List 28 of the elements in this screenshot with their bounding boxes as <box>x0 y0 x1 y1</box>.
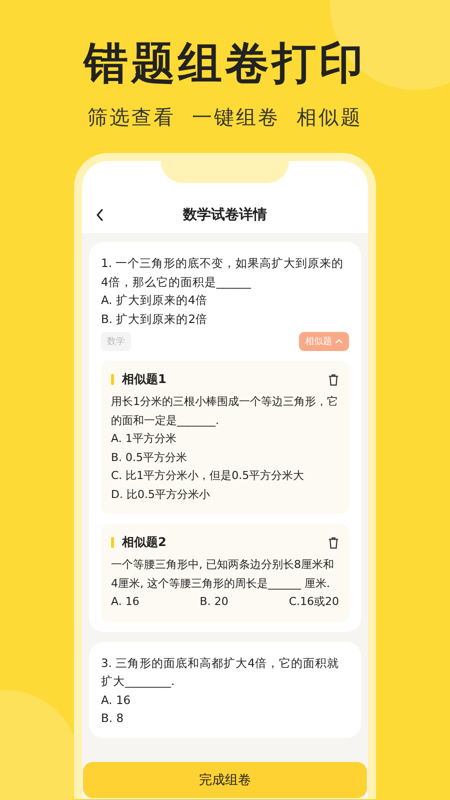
subject-tag: 数学 <box>101 332 131 351</box>
option-text: B. 0.5平方分米 <box>111 450 188 466</box>
finish-button[interactable]: 完成组卷 <box>83 762 367 798</box>
banner-title: 错题组卷打印 <box>84 38 366 90</box>
option-text: A. 16 <box>111 594 140 610</box>
option-text: A. 16 <box>101 692 132 708</box>
option-text: C.16或20 <box>288 594 339 610</box>
accent-bar <box>111 537 114 548</box>
option-text: B. 20 <box>200 594 228 610</box>
option-text: C. 比1平方分米小，但是0.5平方分米大 <box>111 468 306 484</box>
back-icon[interactable] <box>96 208 104 222</box>
delete-icon[interactable] <box>328 374 339 386</box>
option-text: A. 1平方分米 <box>111 431 178 447</box>
page-title: 数学试卷详情 <box>183 206 267 224</box>
option-text: D. 比0.5平方分米小 <box>111 486 211 502</box>
question-text: 3. 三角形的面底和高都扩大4倍，它的面积就扩大________. <box>101 654 340 690</box>
option-text: A. 扩大到原来的4倍 <box>101 292 208 309</box>
question-text: 1. 一个三角形的底不变，如果高扩大到原来的4倍，那么它的面积是______ <box>101 255 345 291</box>
banner-subtitle: 筛选查看 一键组卷 相似题 <box>87 104 363 131</box>
chevron-icon <box>335 339 343 344</box>
accent-bar <box>111 374 114 385</box>
question-text: 一个等腰三角形中, 已知两条边分别长8厘米和4厘米, 这个等腰三角形的周长是______ 厘米. <box>111 557 335 592</box>
question-text: 用长1分米的三根小棒围成一个等边三角形，它的面和一定是_______. <box>111 394 339 429</box>
similar-title: 相似题1 <box>122 371 168 388</box>
option-text: B. 扩大到原来的2倍 <box>101 310 209 328</box>
option-text: B. 8 <box>101 710 125 727</box>
delete-icon[interactable] <box>328 536 339 548</box>
similar-title: 相似题2 <box>122 534 168 551</box>
